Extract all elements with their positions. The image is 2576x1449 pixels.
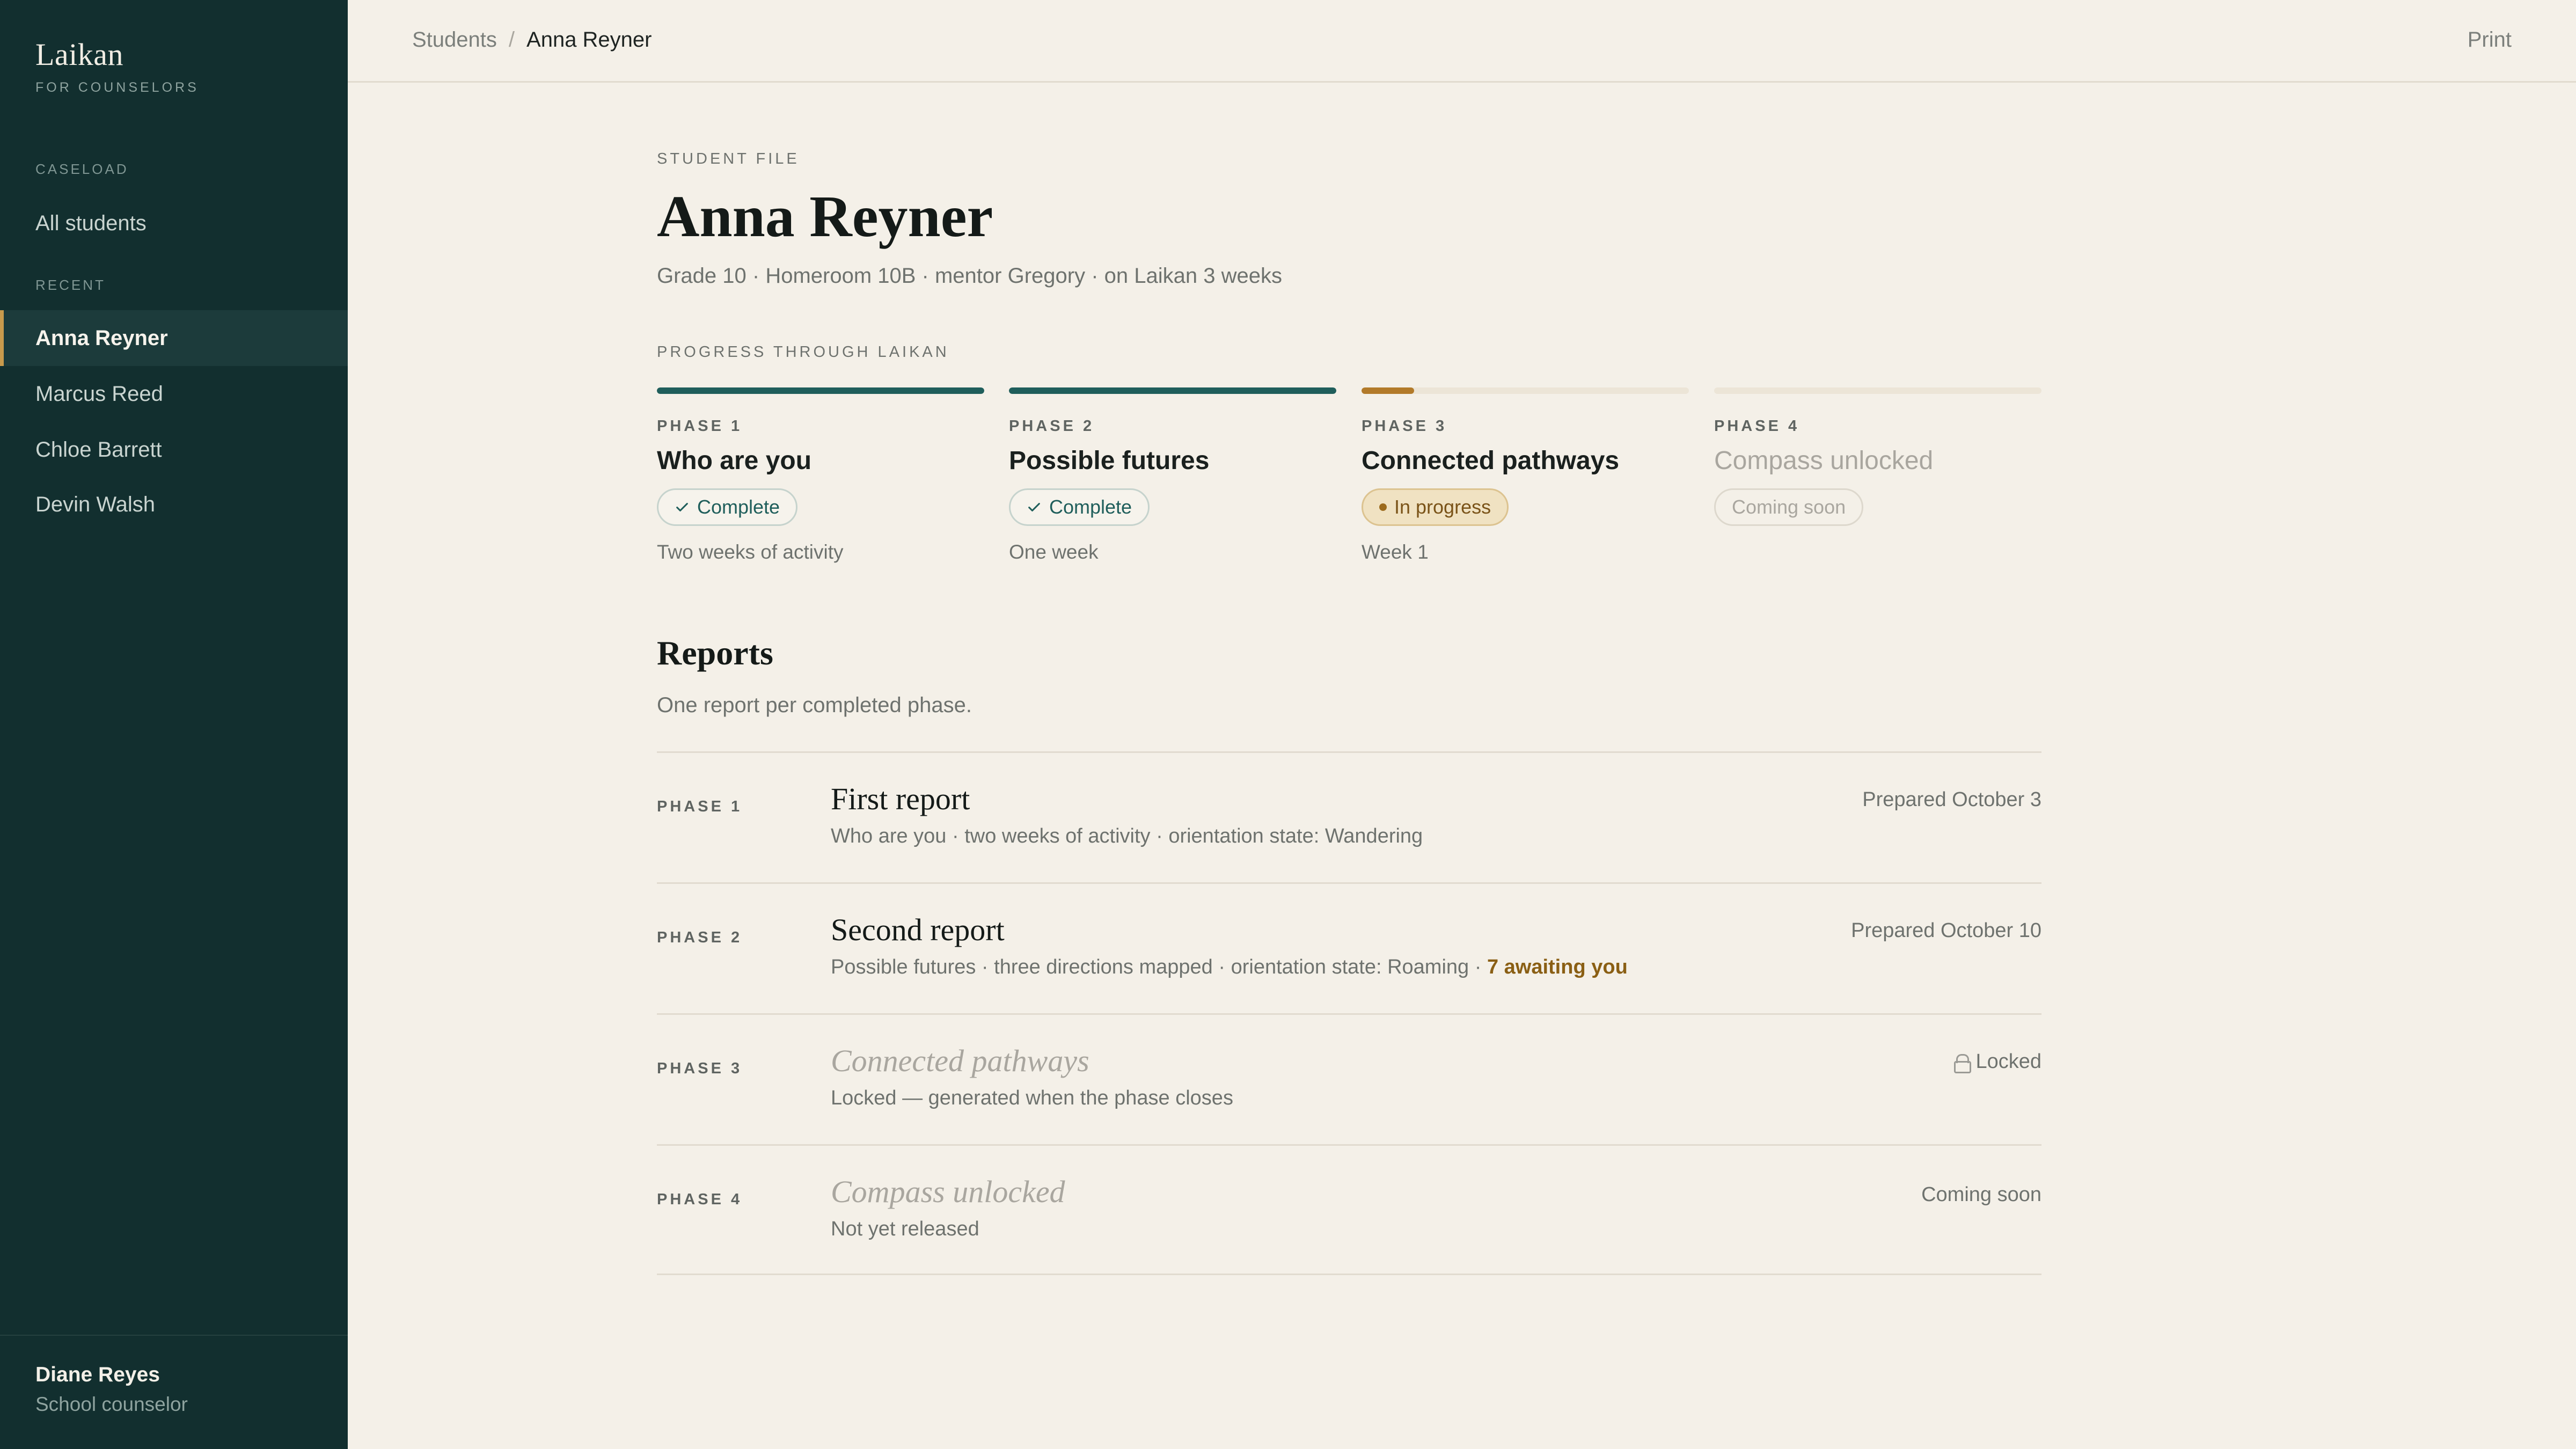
- phase-progress-fill: [1009, 387, 1336, 394]
- report-status-label: Prepared October 3: [1862, 788, 2041, 811]
- phase-note: Two weeks of activity: [657, 541, 844, 563]
- report-phase-label: PHASE 1: [657, 798, 743, 815]
- caseload-label: CASELOAD: [35, 161, 129, 177]
- report-row-phase-1[interactable]: PHASE 1 First report Who are you · two w…: [657, 751, 2041, 882]
- report-row-phase-4: PHASE 4 Compass unlocked Not yet release…: [657, 1144, 2041, 1275]
- top-bar: Students / Anna Reyner Print: [348, 0, 2576, 83]
- report-description: Not yet released: [831, 1218, 979, 1240]
- breadcrumb-current: Anna Reyner: [526, 28, 652, 52]
- report-description: Who are you · two weeks of activity · or…: [831, 825, 1423, 847]
- sidebar-divider: [0, 1335, 348, 1336]
- sidebar-item-devin-walsh[interactable]: Devin Walsh: [0, 477, 348, 532]
- status-badge: Complete: [657, 488, 798, 526]
- status-badge-label: Complete: [697, 496, 780, 518]
- phase-label: PHASE 1: [657, 418, 743, 435]
- report-title[interactable]: Second report: [831, 912, 1005, 948]
- report-status-label: Locked: [1975, 1050, 2041, 1073]
- report-row-phase-2[interactable]: PHASE 2 Second report Possible futures ·…: [657, 882, 2041, 1013]
- status-badge: Coming soon: [1714, 488, 1864, 526]
- user-profile[interactable]: Diane Reyes School counselor: [35, 1363, 188, 1416]
- brand-name: Laikan: [35, 37, 124, 72]
- awaiting-link[interactable]: 7 awaiting you: [1487, 956, 1628, 978]
- report-row-phase-3: PHASE 3 Connected pathways Locked — gene…: [657, 1013, 2041, 1144]
- status-badge: In progress: [1362, 488, 1509, 526]
- progress-label: PROGRESS THROUGH LAIKAN: [657, 343, 949, 361]
- phase-note: One week: [1009, 541, 1099, 563]
- sidebar-item-chloe-barrett[interactable]: Chloe Barrett: [0, 422, 348, 478]
- phase-card-4: PHASE 4 Compass unlocked Coming soon: [1714, 387, 2041, 526]
- phase-label: PHASE 3: [1362, 418, 1447, 435]
- phase-progress-fill: [1362, 387, 1414, 394]
- check-icon: [676, 503, 688, 511]
- user-role: School counselor: [35, 1393, 188, 1415]
- phase-title: Connected pathways: [1362, 447, 1620, 475]
- report-status: Locked: [1954, 1050, 2041, 1073]
- student-meta: Grade 10 · Homeroom 10B · mentor Gregory…: [657, 264, 1282, 288]
- status-badge-label: Coming soon: [1732, 496, 1846, 518]
- reports-subtitle: One report per completed phase.: [657, 693, 972, 717]
- phase-label: PHASE 4: [1714, 418, 1800, 435]
- status-dot-icon: [1379, 503, 1387, 511]
- phase-title: Compass unlocked: [1714, 447, 1934, 475]
- report-phase-label: PHASE 3: [657, 1060, 743, 1077]
- user-name: Diane Reyes: [35, 1363, 160, 1386]
- report-title[interactable]: First report: [831, 781, 970, 817]
- sidebar-item-marcus-reed[interactable]: Marcus Reed: [0, 366, 348, 422]
- status-badge-label: In progress: [1394, 496, 1491, 518]
- student-file-eyebrow: STUDENT FILE: [657, 150, 800, 167]
- breadcrumb-students[interactable]: Students: [412, 28, 497, 52]
- breadcrumb: Students / Anna Reyner: [412, 28, 652, 52]
- report-title: Connected pathways: [831, 1043, 1089, 1078]
- page-title: Anna Reyner: [657, 184, 993, 249]
- phase-label: PHASE 2: [1009, 418, 1095, 435]
- phase-progress-bar: [1362, 387, 1689, 394]
- sidebar-item-anna-reyner[interactable]: Anna Reyner: [0, 310, 348, 366]
- phase-note: Week 1: [1362, 541, 1429, 563]
- brand[interactable]: Laikan FOR COUNSELORS: [35, 36, 199, 96]
- report-status: Prepared October 3: [1862, 788, 2041, 811]
- sidebar-item-all-students[interactable]: All students: [0, 195, 348, 251]
- phase-progress-bar: [657, 387, 984, 394]
- report-description-text: Possible futures · three directions mapp…: [831, 956, 1487, 978]
- phase-card-3: PHASE 3 Connected pathways In progress W…: [1362, 387, 1689, 564]
- lock-icon: [1954, 1053, 1972, 1073]
- report-status-label: Coming soon: [1921, 1183, 2041, 1206]
- report-description: Locked — generated when the phase closes: [831, 1087, 1233, 1109]
- check-icon: [1028, 503, 1040, 511]
- report-status: Coming soon: [1921, 1183, 2041, 1206]
- brand-subtitle: FOR COUNSELORS: [35, 80, 199, 95]
- reports-heading: Reports: [657, 634, 773, 672]
- report-phase-label: PHASE 2: [657, 929, 743, 946]
- status-badge: Complete: [1009, 488, 1150, 526]
- status-badge-label: Complete: [1049, 496, 1132, 518]
- recent-label: RECENT: [35, 277, 106, 293]
- report-title: Compass unlocked: [831, 1174, 1065, 1209]
- phase-title: Who are you: [657, 447, 812, 475]
- phase-card-2: PHASE 2 Possible futures Complete One we…: [1009, 387, 1336, 564]
- report-status-label: Prepared October 10: [1851, 919, 2041, 942]
- phase-progress-fill: [657, 387, 984, 394]
- report-status: Prepared October 10: [1851, 919, 2041, 942]
- phase-progress-bar: [1714, 387, 2041, 394]
- print-button[interactable]: Print: [2468, 28, 2512, 52]
- sidebar: Laikan FOR COUNSELORS CASELOAD All stude…: [0, 0, 348, 1449]
- report-phase-label: PHASE 4: [657, 1191, 743, 1208]
- phase-progress-bar: [1009, 387, 1336, 394]
- phase-title: Possible futures: [1009, 447, 1210, 475]
- report-description: Possible futures · three directions mapp…: [831, 956, 1628, 979]
- phase-card-1: PHASE 1 Who are you Complete Two weeks o…: [657, 387, 984, 564]
- breadcrumb-separator: /: [508, 28, 515, 52]
